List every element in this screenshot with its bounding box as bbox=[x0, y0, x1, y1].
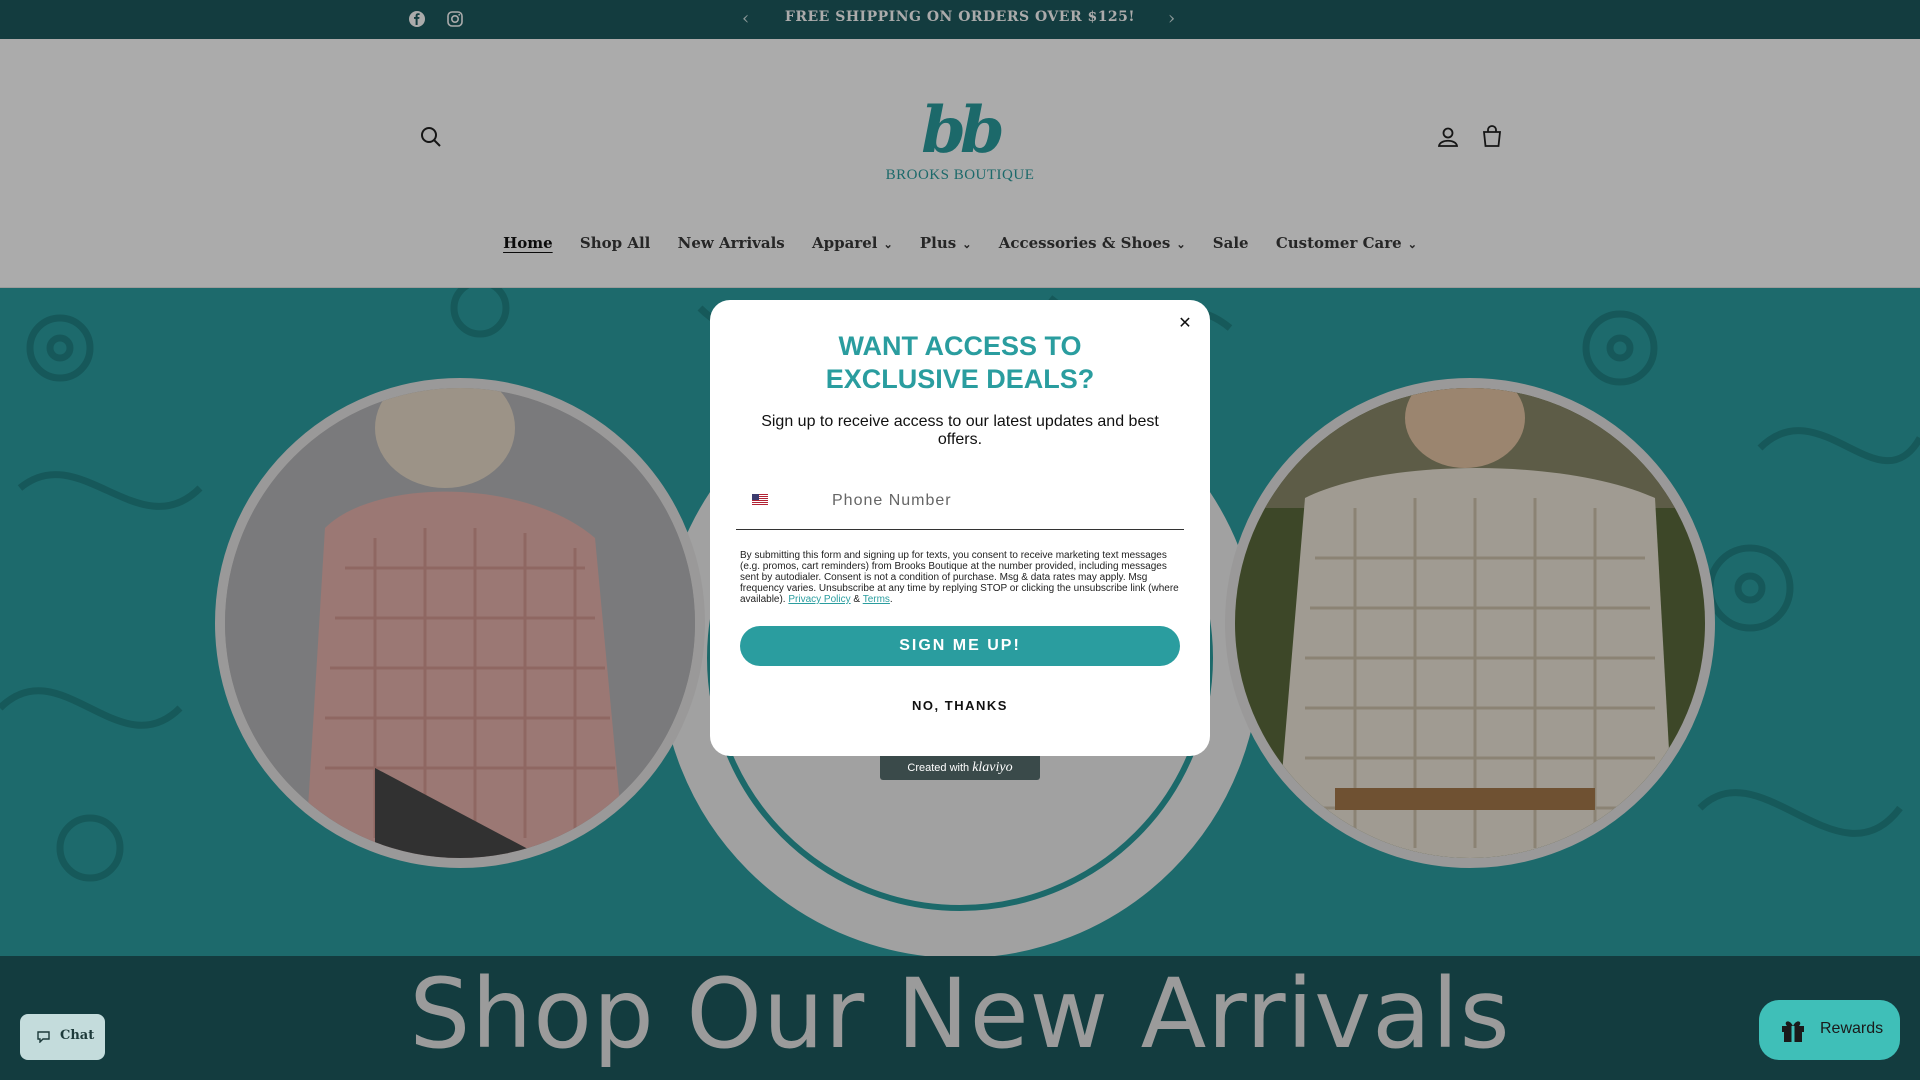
popup-subtext: Sign up to receive access to our latest … bbox=[761, 413, 1159, 448]
rewards-button[interactable]: Rewards bbox=[1759, 1000, 1900, 1060]
legal-period: . bbox=[889, 594, 893, 605]
phone-number-input[interactable] bbox=[832, 486, 1162, 516]
gift-icon bbox=[1782, 1021, 1804, 1042]
legal-and: & bbox=[853, 594, 861, 605]
headline-line-1: WANT ACCESS TO bbox=[838, 331, 1082, 361]
us-flag-icon[interactable] bbox=[752, 494, 768, 505]
rewards-label: Rewards bbox=[1820, 1020, 1884, 1037]
chat-label: Chat bbox=[60, 1028, 95, 1043]
klaviyo-badge[interactable]: Created with klaviyo bbox=[880, 756, 1040, 780]
privacy-policy-link[interactable]: Privacy Policy bbox=[788, 594, 850, 605]
legal-disclaimer: By submitting this form and signing up f… bbox=[740, 550, 1180, 605]
terms-link[interactable]: Terms bbox=[863, 594, 890, 605]
klaviyo-prefix: Created with bbox=[907, 762, 970, 774]
headline-line-2: EXCLUSIVE DEALS? bbox=[825, 364, 1095, 394]
sign-me-up-button[interactable]: SIGN ME UP! bbox=[740, 626, 1180, 666]
no-thanks-button[interactable]: NO, THANKS bbox=[710, 698, 1210, 713]
signup-popup: ✕ WANT ACCESS TO EXCLUSIVE DEALS? Sign u… bbox=[710, 300, 1210, 756]
chat-bubble-icon bbox=[37, 1031, 50, 1043]
popup-headline: WANT ACCESS TO EXCLUSIVE DEALS? bbox=[710, 330, 1210, 396]
klaviyo-logo: klaviyo bbox=[972, 760, 1013, 775]
phone-field[interactable] bbox=[736, 472, 1184, 530]
chat-button[interactable]: Chat bbox=[20, 1014, 105, 1060]
